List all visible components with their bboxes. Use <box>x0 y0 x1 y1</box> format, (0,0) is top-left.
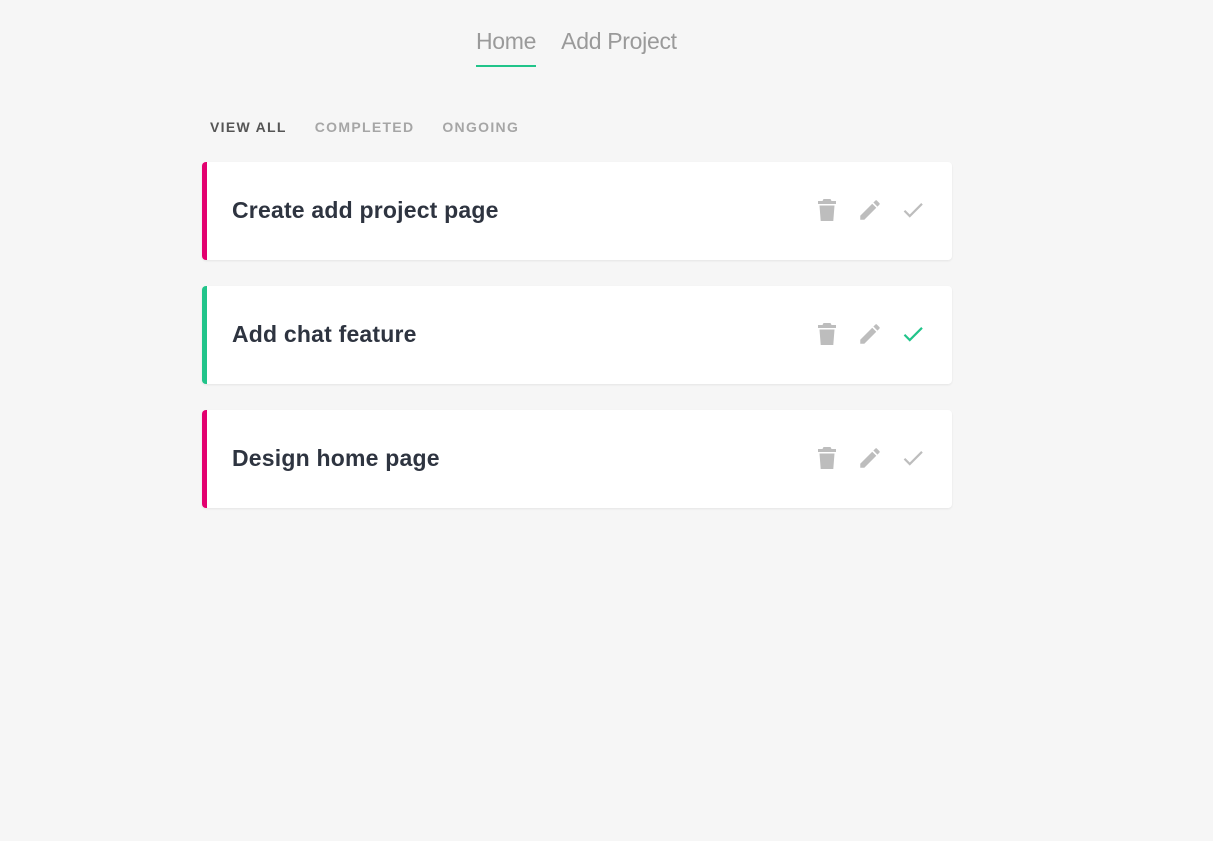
project-list: Create add project page Add chat feature <box>202 162 952 534</box>
project-card: Design home page <box>202 410 952 508</box>
project-title: Create add project page <box>232 197 499 223</box>
project-actions <box>812 195 927 224</box>
nav-link-home[interactable]: Home <box>476 26 536 67</box>
check-icon[interactable] <box>898 195 927 224</box>
edit-icon[interactable] <box>855 195 884 224</box>
check-icon[interactable] <box>898 319 927 348</box>
project-actions <box>812 443 927 472</box>
delete-icon[interactable] <box>812 319 841 348</box>
nav-link-add-project[interactable]: Add Project <box>561 26 677 67</box>
project-title: Add chat feature <box>232 321 417 347</box>
filter-completed[interactable]: COMPLETED <box>315 119 415 135</box>
delete-icon[interactable] <box>812 195 841 224</box>
edit-icon[interactable] <box>855 319 884 348</box>
filter-view-all[interactable]: VIEW ALL <box>210 119 287 135</box>
check-icon[interactable] <box>898 443 927 472</box>
delete-icon[interactable] <box>812 443 841 472</box>
filter-ongoing[interactable]: ONGOING <box>442 119 519 135</box>
project-filters: VIEW ALL COMPLETED ONGOING <box>210 119 519 135</box>
edit-icon[interactable] <box>855 443 884 472</box>
project-card: Add chat feature <box>202 286 952 384</box>
project-card: Create add project page <box>202 162 952 260</box>
main-nav: Home Add Project <box>476 26 677 67</box>
project-title: Design home page <box>232 445 440 471</box>
project-actions <box>812 319 927 348</box>
